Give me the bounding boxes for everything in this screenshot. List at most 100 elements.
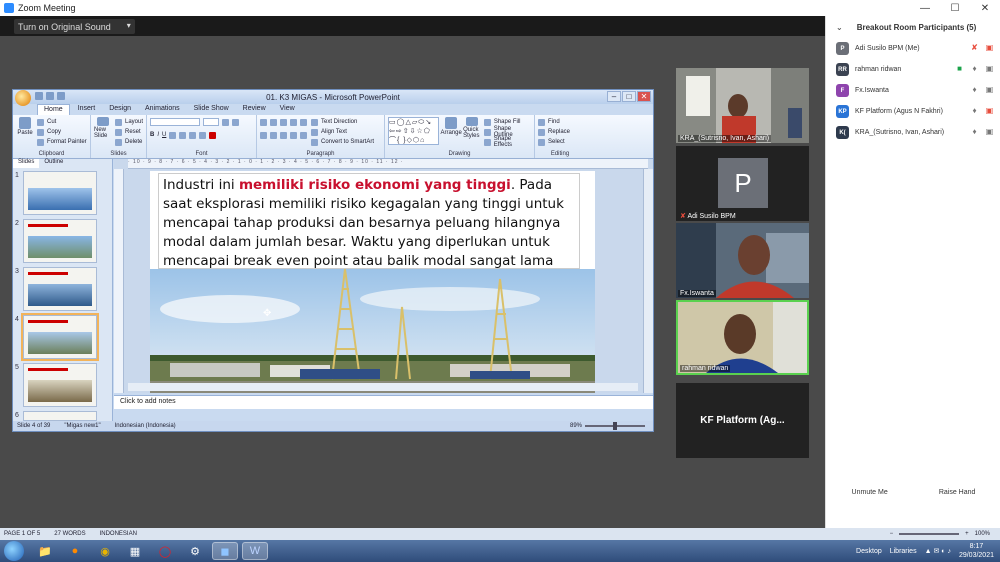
chevron-down-icon[interactable]: ⌄: [836, 23, 843, 32]
plus-icon[interactable]: +: [965, 531, 969, 537]
tab-insert[interactable]: Insert: [72, 104, 102, 115]
chrome-icon[interactable]: ◉: [92, 542, 118, 560]
redo-icon[interactable]: [57, 92, 65, 100]
raise-hand-button[interactable]: Raise Hand: [933, 487, 982, 498]
font-name-input[interactable]: [150, 118, 200, 126]
zoom-knob[interactable]: [613, 422, 617, 430]
word-app-icon[interactable]: W: [242, 542, 268, 560]
explorer-icon[interactable]: 📁: [32, 542, 58, 560]
indent-less-icon[interactable]: [280, 118, 287, 126]
shapes-gallery[interactable]: ▭◯△▱⬭↘ ⇦⇨⇧⇩☆⬠ ⌒{ }◇⬡⌂: [388, 117, 440, 145]
tab-view[interactable]: View: [274, 104, 301, 115]
select-button[interactable]: Select: [538, 137, 582, 147]
underline-icon[interactable]: U: [162, 132, 166, 138]
notes-pane[interactable]: Click to add notes: [114, 395, 653, 409]
video-tile[interactable]: KRA_(Sutrisno, Ivan, Ashari): [676, 68, 809, 143]
participant-row[interactable]: KP KF Platform (Agus N Fakhri) ♦ ▣: [826, 101, 1000, 122]
tab-design[interactable]: Design: [103, 104, 137, 115]
participant-row[interactable]: K( KRA_(Sutrisno, Ivan, Ashari) ♦ ▣: [826, 122, 1000, 143]
indent-more-icon[interactable]: [290, 118, 297, 126]
ppt-close-icon[interactable]: ✕: [637, 91, 651, 102]
smartart-button[interactable]: Convert to SmartArt: [311, 137, 374, 147]
libraries-toolbar[interactable]: Libraries: [890, 548, 917, 555]
align-center-icon[interactable]: [270, 131, 277, 139]
align-left-icon[interactable]: [260, 131, 267, 139]
word-zoom-slider[interactable]: [899, 533, 960, 535]
format-painter-button[interactable]: Format Painter: [37, 137, 87, 147]
participant-row[interactable]: P Adi Susilo BPM (Me) ✘ ▣: [826, 38, 1000, 59]
shadow-icon[interactable]: [169, 131, 177, 139]
text-direction-button[interactable]: Text Direction: [311, 117, 374, 127]
zoom-control[interactable]: 89%: [570, 422, 645, 430]
horizontal-scrollbar[interactable]: [128, 383, 638, 391]
columns-icon[interactable]: [300, 131, 307, 139]
align-text-button[interactable]: Align Text: [311, 127, 374, 137]
video-tile-active-speaker[interactable]: rahman ridwan: [676, 300, 809, 375]
tray-icons[interactable]: ▲ ✉ ◐ ♪: [925, 547, 951, 555]
shape-effects-button[interactable]: Shape Effects: [483, 136, 531, 148]
save-icon[interactable]: [35, 92, 43, 100]
tab-outline[interactable]: Outline: [39, 159, 68, 168]
bold-icon[interactable]: B: [150, 132, 154, 138]
strike-icon[interactable]: [179, 131, 187, 139]
ppt-maximize-icon[interactable]: □: [622, 91, 636, 102]
rig-photo[interactable]: [150, 269, 595, 393]
delete-button[interactable]: Delete: [114, 137, 143, 147]
slide-thumbnail[interactable]: 2: [15, 219, 97, 263]
slide-canvas[interactable]: Industri ini memiliki risiko ekonomi yan…: [150, 171, 595, 393]
tab-review[interactable]: Review: [237, 104, 272, 115]
arrange-button[interactable]: Arrange: [440, 117, 462, 139]
justify-icon[interactable]: [290, 131, 297, 139]
zoom-app-icon[interactable]: ◼: [212, 542, 238, 560]
slide-thumbnail[interactable]: 3: [15, 267, 97, 311]
close-icon[interactable]: ✕: [970, 0, 1000, 16]
layout-button[interactable]: Layout: [114, 117, 143, 127]
participant-row[interactable]: F Fx.Iswanta ♦ ▣: [826, 80, 1000, 101]
quick-styles-button[interactable]: Quick Styles: [463, 117, 481, 139]
numbering-icon[interactable]: [270, 118, 277, 126]
minimize-icon[interactable]: —: [910, 0, 940, 16]
tab-slides[interactable]: Slides: [13, 159, 40, 168]
opera-icon[interactable]: ◯: [152, 542, 178, 560]
slide-thumbnail[interactable]: 1: [15, 171, 97, 215]
font-color-icon[interactable]: [209, 131, 217, 139]
minus-icon[interactable]: −: [890, 531, 894, 537]
zoom-slider[interactable]: [585, 422, 645, 430]
shrink-font-icon[interactable]: [232, 118, 239, 126]
cut-button[interactable]: Cut: [37, 117, 87, 127]
font-size-input[interactable]: [203, 118, 219, 126]
undo-icon[interactable]: [46, 92, 54, 100]
replace-button[interactable]: Replace: [538, 127, 582, 137]
original-sound-button[interactable]: Turn on Original Sound ▾: [14, 19, 135, 34]
ppt-minimize-icon[interactable]: –: [607, 91, 621, 102]
desktop-toolbar[interactable]: Desktop: [856, 548, 882, 555]
spacing-icon[interactable]: [189, 131, 197, 139]
maximize-icon[interactable]: ☐: [940, 0, 970, 16]
network-icon[interactable]: ▦: [122, 542, 148, 560]
case-icon[interactable]: [199, 131, 207, 139]
tab-home[interactable]: Home: [37, 104, 70, 115]
office-button-icon[interactable]: [15, 90, 31, 106]
start-button-icon[interactable]: [4, 541, 24, 561]
tools-icon[interactable]: ⚙: [182, 542, 208, 560]
grow-font-icon[interactable]: [222, 118, 229, 126]
find-button[interactable]: Find: [538, 117, 582, 127]
align-right-icon[interactable]: [280, 131, 287, 139]
word-zoom[interactable]: − +100%: [890, 531, 990, 537]
video-tile[interactable]: Fx.Iswanta: [676, 223, 809, 298]
italic-icon[interactable]: I: [157, 132, 159, 138]
reset-button[interactable]: Reset: [114, 127, 143, 137]
chevron-down-icon[interactable]: ▾: [127, 21, 131, 30]
video-tile[interactable]: P ✘ Adi Susilo BPM: [676, 146, 809, 221]
slide-thumbnail[interactable]: 5: [15, 363, 97, 407]
line-spacing-icon[interactable]: [300, 118, 307, 126]
bullets-icon[interactable]: [260, 118, 267, 126]
video-tile-no-video[interactable]: KF Platform (Ag...: [676, 383, 809, 458]
slide-thumbnail[interactable]: 6: [15, 411, 97, 421]
tab-slide-show[interactable]: Slide Show: [188, 104, 235, 115]
paste-button[interactable]: Paste: [16, 117, 34, 139]
slide-text-box[interactable]: Industri ini memiliki risiko ekonomi yan…: [158, 173, 580, 269]
slide-thumbnail-selected[interactable]: 4: [15, 313, 99, 361]
vertical-scrollbar[interactable]: [643, 169, 653, 393]
unmute-me-button[interactable]: Unmute Me: [846, 487, 894, 498]
